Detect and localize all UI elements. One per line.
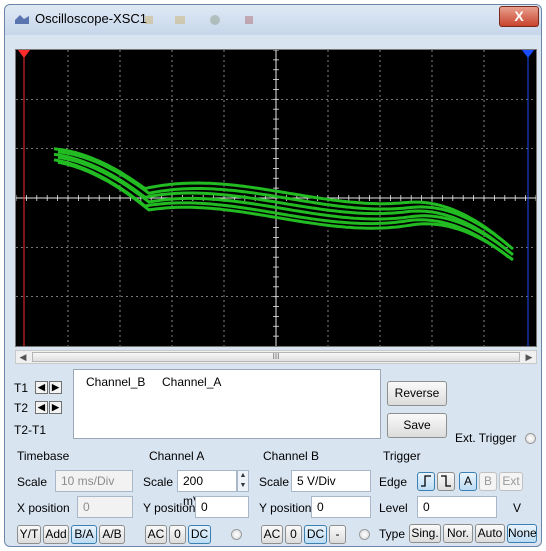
t2-t1-label: T2-T1 [14,423,47,437]
channel-b-ypos-field[interactable]: 0 [311,496,371,518]
cursor-t2-marker [522,50,534,58]
x-position-label: X position [17,501,70,515]
ext-trigger-label: Ext. Trigger [455,431,517,445]
channel-b-scale-field[interactable]: 5 V/Div [291,470,371,492]
trigger-source-b-button[interactable]: B [479,472,497,491]
save-button[interactable]: Save [387,413,447,438]
trigger-normal-button[interactable]: Nor. [443,524,473,543]
trigger-single-button[interactable]: Sing. [409,524,441,543]
scope-display[interactable] [15,49,537,347]
channel-b-ac-button[interactable]: AC [261,525,283,544]
channel-b-minus-button[interactable]: - [329,525,346,544]
channel-b-title: Channel B [263,449,320,463]
channel-a-zero-button[interactable]: 0 [169,525,186,544]
window-title: Oscilloscope-XSC1 [35,11,147,26]
timebase-scale-field[interactable]: 10 ms/Div [55,470,133,492]
channel-a-ypos-field[interactable]: 0 [195,496,249,518]
toolbar-ghost-icons [145,15,253,25]
channel-b-zero-button[interactable]: 0 [285,525,302,544]
oscilloscope-window: Oscilloscope-XSC1 X ◀ III ▶ T1 ◀ ▶ T2 ◀ [4,4,542,547]
t1-right-arrow-icon[interactable]: ▶ [49,381,62,394]
x-position-field[interactable]: 0 [77,496,133,518]
channel-a-ac-button[interactable]: AC [145,525,167,544]
t1-label: T1 [14,381,29,395]
trace-group [53,147,514,262]
channel-a-dc-button[interactable]: DC [188,525,211,544]
timebase-title: Timebase [17,449,70,463]
channel-a-ypos-label: Y position [143,501,196,515]
mode-ab-button[interactable]: A/B [99,525,125,544]
center-axes [16,50,536,346]
channel-b-terminal[interactable] [359,529,370,540]
cursor-t1-marker [18,50,30,58]
column-header-channel-b: Channel_B [86,375,146,389]
scroll-right-icon[interactable]: ▶ [522,351,536,363]
timebase-scale-label: Scale [17,475,48,489]
oscilloscope-app-icon [15,15,29,24]
scope-trace-path [57,150,514,251]
t1-left-arrow-icon[interactable]: ◀ [35,381,48,394]
column-header-channel-a: Channel_A [162,375,222,389]
t2-right-arrow-icon[interactable]: ▶ [49,401,62,414]
channel-b-dc-button[interactable]: DC [304,525,327,544]
trigger-title: Trigger [383,449,421,463]
channel-a-scale-field[interactable]: 200 mV/Div [177,470,237,508]
ext-trigger-terminal[interactable] [525,433,536,444]
falling-edge-icon[interactable] [437,472,455,491]
trigger-type-label: Type [379,527,406,541]
channel-a-scale-spinner-icon[interactable]: ▲ ▼ [237,470,249,492]
rising-edge-icon[interactable] [417,472,435,491]
mode-add-button[interactable]: Add [43,525,69,544]
reverse-button[interactable]: Reverse [387,381,447,406]
trigger-edge-label: Edge [379,475,408,489]
trigger-source-ext-button[interactable]: Ext [499,472,523,491]
t2-left-arrow-icon[interactable]: ◀ [35,401,48,414]
cursor-readout-table: Channel_B Channel_A [73,369,381,439]
channel-a-terminal[interactable] [231,529,242,540]
trigger-level-field[interactable]: 0 [417,496,497,518]
channel-a-scale-label: Scale [143,475,174,489]
scope-grid [16,50,536,346]
channel-b-ypos-label: Y position [259,501,312,515]
trigger-level-label: Level [379,501,408,515]
mode-ba-button[interactable]: B/A [71,525,97,544]
horizontal-scrollbar[interactable]: ◀ III ▶ [15,350,537,364]
t2-label: T2 [14,401,29,415]
scope-trace-path [53,152,510,253]
trigger-level-unit: V [513,501,522,515]
channel-a-title: Channel A [149,449,205,463]
scroll-left-icon[interactable]: ◀ [16,351,30,363]
channel-b-scale-label: Scale [259,475,290,489]
scroll-thumb[interactable]: III [32,352,520,362]
title-bar: Oscilloscope-XSC1 X [5,5,541,35]
mode-yt-button[interactable]: Y/T [17,525,41,544]
trigger-none-button[interactable]: None [507,524,537,543]
close-button[interactable]: X [499,6,539,27]
trigger-auto-button[interactable]: Auto [475,524,505,543]
trigger-source-a-button[interactable]: A [459,472,477,491]
